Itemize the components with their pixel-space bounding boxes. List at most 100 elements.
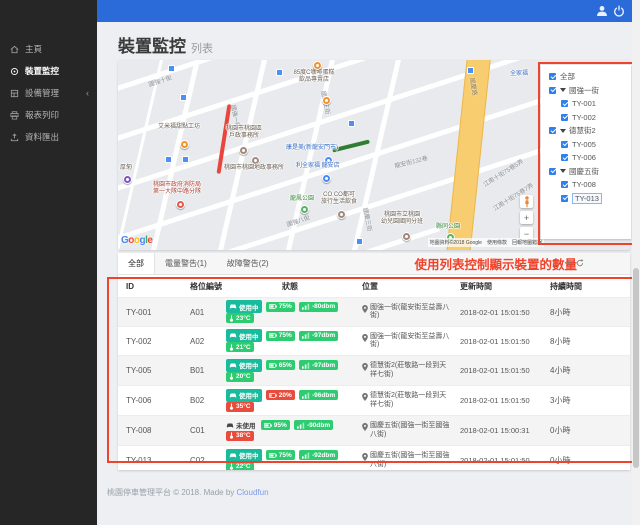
checkbox-checked[interactable] bbox=[549, 73, 556, 80]
sidebar-item-home[interactable]: 主頁 bbox=[0, 38, 97, 60]
pegman-button[interactable] bbox=[520, 195, 533, 208]
battery-icon bbox=[269, 452, 277, 459]
google-logo: Google bbox=[121, 235, 152, 246]
zoom-in-button[interactable]: + bbox=[520, 211, 533, 224]
poi-label: 桃園市桃園地政事務所 bbox=[224, 165, 284, 172]
annotation-text: 使用列表控制顯示裝置的數量 bbox=[327, 254, 577, 273]
page-title: 裝置監控列表 bbox=[118, 32, 213, 57]
poi-marker[interactable] bbox=[239, 146, 248, 155]
table-row[interactable]: TY-002 A02 使用中 75% -97dbm 21°C 國強一街(龍安街至… bbox=[118, 327, 630, 356]
cell-slot: A01 bbox=[182, 308, 224, 317]
signal-icon bbox=[302, 303, 310, 310]
user-icon[interactable] bbox=[596, 5, 608, 17]
cell-duration: 8小時 bbox=[542, 307, 630, 318]
cell-status: 使用中 75% -97dbm 21°C bbox=[224, 329, 354, 353]
thermometer-icon bbox=[229, 403, 234, 410]
transit-marker bbox=[168, 65, 175, 72]
cell-duration: 3小時 bbox=[542, 395, 630, 406]
signal-icon bbox=[302, 362, 310, 369]
major-road bbox=[444, 60, 492, 250]
poi-marker[interactable] bbox=[251, 156, 260, 165]
tab-all[interactable]: 全部 bbox=[118, 253, 155, 274]
table-row[interactable]: TY-005 B01 使用中 65% -97dbm 20°C 德慧街2(莊敬路一… bbox=[118, 356, 630, 386]
poi-marker[interactable] bbox=[322, 96, 331, 105]
tree-device[interactable]: TY-001 bbox=[541, 97, 631, 111]
sidebar-item-data-export[interactable]: 資料匯出 bbox=[0, 126, 97, 148]
poi-marker[interactable] bbox=[402, 232, 411, 241]
page-scrollbar[interactable] bbox=[632, 0, 640, 525]
cell-status: 使用中 75% -92dbm 22°C bbox=[224, 449, 354, 470]
tab-fault-warning[interactable]: 故障警告(2) bbox=[217, 253, 279, 274]
cell-slot: C01 bbox=[182, 426, 224, 435]
sidebar-item-equipment[interactable]: 設備管理 ‹ bbox=[0, 82, 97, 104]
poi-marker[interactable] bbox=[300, 205, 309, 214]
checkbox-checked[interactable] bbox=[561, 100, 568, 107]
in-use-badge: 使用中 bbox=[226, 359, 262, 372]
tree-item-all[interactable]: 全部 bbox=[541, 70, 631, 84]
car-icon bbox=[229, 332, 237, 339]
checkbox-checked[interactable] bbox=[561, 154, 568, 161]
poi-label: 85度C咖啡蛋糕 飲品專賣店 bbox=[284, 70, 344, 84]
sidebar-item-device-monitor[interactable]: 裝置監控 bbox=[0, 60, 97, 82]
transit-marker bbox=[165, 156, 172, 163]
checkbox-checked[interactable] bbox=[561, 181, 568, 188]
cell-slot: B01 bbox=[182, 366, 224, 375]
power-icon[interactable] bbox=[613, 5, 625, 17]
cell-updated: 2018-02-01 15:01:50 bbox=[452, 366, 542, 375]
poi-marker[interactable] bbox=[313, 61, 322, 70]
tree-device[interactable]: TY-002 bbox=[541, 111, 631, 125]
report-error-link[interactable]: 回報地圖錯誤 bbox=[512, 240, 542, 246]
tree-device-focused[interactable]: TY-013 bbox=[541, 192, 631, 206]
terms-link[interactable]: 使用條款 bbox=[487, 240, 507, 246]
tree-group[interactable]: 德慧街2 bbox=[541, 124, 631, 138]
table-row[interactable]: TY-008 C01 未使用 95% -90dbm 38°C 國慶五街(國強一街… bbox=[118, 416, 630, 446]
tree-group[interactable]: 國強一街 bbox=[541, 84, 631, 98]
device-table: ID 格位編號 狀態 位置 更新時間 持續時間 TY-001 A01 使用中 7… bbox=[118, 275, 630, 470]
table-row[interactable]: TY-001 A01 使用中 75% -80dbm 23°C 國強一街(龍安街至… bbox=[118, 298, 630, 327]
tree-label: 國慶五街 bbox=[569, 166, 599, 177]
refresh-icon[interactable] bbox=[576, 259, 584, 267]
battery-icon bbox=[264, 422, 272, 429]
tree-device[interactable]: TY-006 bbox=[541, 151, 631, 165]
collapse-arrow-icon[interactable] bbox=[560, 88, 566, 92]
battery-badge: 75% bbox=[266, 450, 295, 460]
battery-badge: 75% bbox=[266, 331, 295, 341]
tree-label: 德慧街2 bbox=[569, 125, 596, 136]
device-list-card: 全部 電量警告(1) 故障警告(2) ID 格位編號 狀態 位置 更新時間 持續… bbox=[118, 253, 630, 470]
checkbox-checked[interactable] bbox=[561, 195, 568, 202]
battery-icon bbox=[269, 362, 277, 369]
checkbox-checked[interactable] bbox=[561, 114, 568, 121]
tab-battery-warning[interactable]: 電量警告(1) bbox=[155, 253, 217, 274]
poi-marker[interactable] bbox=[180, 140, 189, 149]
poi-marker[interactable] bbox=[176, 200, 185, 209]
cell-id: TY-005 bbox=[118, 366, 182, 375]
checkbox-checked[interactable] bbox=[549, 127, 556, 134]
tree-label: 國強一街 bbox=[569, 85, 599, 96]
collapse-arrow-icon[interactable] bbox=[560, 169, 566, 173]
in-use-badge: 使用中 bbox=[226, 300, 262, 313]
tree-device[interactable]: TY-005 bbox=[541, 138, 631, 152]
checkbox-checked[interactable] bbox=[549, 168, 556, 175]
poi-marker[interactable] bbox=[337, 210, 346, 219]
tree-device[interactable]: TY-008 bbox=[541, 178, 631, 192]
cloudfun-link[interactable]: Cloudfun bbox=[237, 488, 269, 497]
collapse-arrow-icon[interactable] bbox=[560, 129, 566, 133]
table-row[interactable]: TY-013 C02 使用中 75% -92dbm 22°C 國慶五街(國強一街… bbox=[118, 446, 630, 470]
cell-updated: 2018-02-01 15:01:50 bbox=[452, 456, 542, 465]
signal-badge: -97dbm bbox=[299, 331, 338, 341]
poi-label: 艾米福甜點工坊 bbox=[158, 124, 200, 131]
add-icon[interactable]: + bbox=[566, 259, 571, 268]
card-tools: + bbox=[566, 259, 584, 268]
table-row[interactable]: TY-006 B02 使用中 20% -96dbm 35°C 德慧街2(莊敬路一… bbox=[118, 386, 630, 416]
checkbox-checked[interactable] bbox=[561, 141, 568, 148]
thermometer-icon bbox=[229, 315, 234, 322]
checkbox-checked[interactable] bbox=[549, 87, 556, 94]
tree-group[interactable]: 國慶五街 bbox=[541, 165, 631, 179]
poi-label: 桃園市桃園區 戶政事務所 bbox=[218, 126, 270, 140]
poi-marker[interactable] bbox=[123, 175, 132, 184]
export-icon bbox=[10, 133, 19, 142]
cell-status: 未使用 95% -90dbm 38°C bbox=[224, 420, 354, 441]
poi-marker[interactable] bbox=[322, 174, 331, 183]
scrollbar-thumb[interactable] bbox=[633, 268, 639, 468]
sidebar-item-report-print[interactable]: 報表列印 bbox=[0, 104, 97, 126]
